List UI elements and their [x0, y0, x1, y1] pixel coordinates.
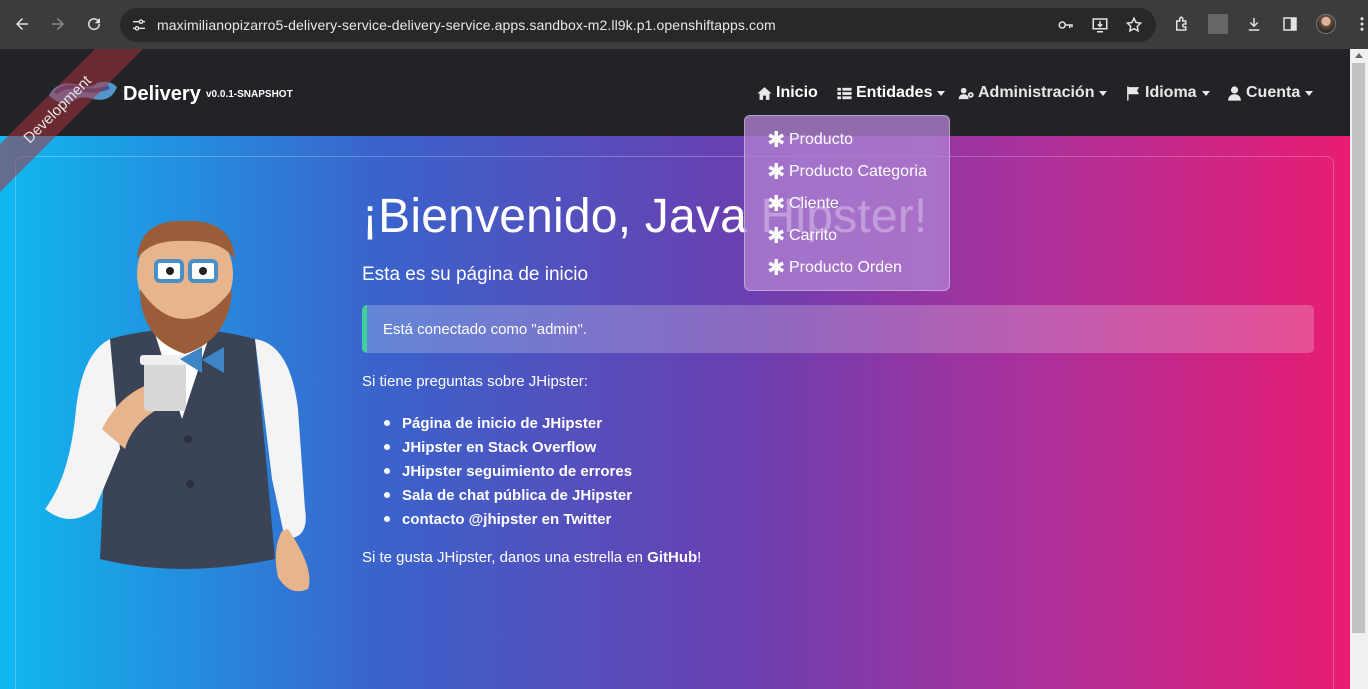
dropdown-item-label: Producto Orden	[789, 259, 902, 276]
site-settings-icon[interactable]	[131, 17, 147, 33]
asterisk-icon: ✱	[767, 127, 786, 152]
brand-version: v0.0.1-SNAPSHOT	[206, 89, 293, 100]
login-alert-text: Está conectado como "admin".	[383, 320, 588, 338]
nav-language[interactable]: Idioma	[1125, 84, 1210, 102]
login-alert: Está conectado como "admin".	[362, 305, 1314, 353]
dropdown-item-label: Producto	[789, 131, 854, 148]
vertical-scrollbar[interactable]	[1350, 49, 1368, 689]
dropdown-item-cliente[interactable]: ✱ Cliente	[745, 188, 949, 220]
more-menu-icon[interactable]	[1352, 14, 1368, 34]
forward-icon[interactable]	[44, 10, 72, 38]
scrollbar-thumb[interactable]	[1352, 63, 1365, 633]
nav-account[interactable]: Cuenta	[1226, 84, 1314, 102]
home-icon	[757, 86, 772, 100]
profile-avatar[interactable]	[1316, 14, 1336, 34]
dropdown-item-producto-categoria[interactable]: ✱ Producto Categoria	[745, 156, 949, 188]
github-line: Si te gusta JHipster, danos una estrella…	[362, 549, 701, 566]
link-stack-overflow[interactable]: JHipster en Stack Overflow	[384, 435, 632, 459]
nav-admin[interactable]: Administración	[958, 84, 1108, 102]
github-suffix: !	[697, 549, 702, 566]
link-chat-room[interactable]: Sala de chat pública de JHipster	[384, 483, 632, 507]
asterisk-icon: ✱	[767, 255, 786, 280]
app-navbar: Delivery v0.0.1-SNAPSHOT Inicio Entidade…	[0, 49, 1350, 136]
dropdown-item-label: Producto Categoria	[789, 163, 927, 180]
links-list: Página de inicio de JHipster JHipster en…	[384, 411, 632, 531]
github-link[interactable]: GitHub	[647, 549, 697, 566]
scroll-up-arrow-icon[interactable]	[1355, 53, 1363, 58]
url-text[interactable]: maximilianopizarro5-delivery-service-del…	[157, 17, 776, 33]
dropdown-item-carrito[interactable]: ✱ Carrito	[745, 220, 949, 252]
link-jhipster-home[interactable]: Página de inicio de JHipster	[384, 411, 632, 435]
chevron-down-icon	[1201, 90, 1210, 96]
nav-entities-label: Entidades	[856, 84, 933, 101]
install-app-icon[interactable]	[1090, 15, 1110, 35]
flag-icon	[1127, 85, 1140, 101]
key-icon[interactable]	[1056, 15, 1076, 35]
user-icon	[1228, 85, 1241, 101]
entities-dropdown: ✱ Producto ✱ Producto Categoria ✱ Cliente ✱…	[744, 115, 950, 291]
toolbar-separator	[1208, 14, 1228, 34]
address-bar[interactable]: maximilianopizarro5-delivery-service-del…	[120, 8, 1156, 42]
link-bug-tracker[interactable]: JHipster seguimiento de errores	[384, 459, 632, 483]
dev-ribbon-label: Development	[0, 49, 148, 200]
users-cog-icon	[958, 87, 974, 99]
dropdown-item-label: Carrito	[789, 227, 838, 244]
nav-account-label: Cuenta	[1246, 84, 1301, 101]
dropdown-item-label: Cliente	[789, 195, 839, 212]
chevron-down-icon	[937, 90, 946, 96]
side-panel-icon[interactable]	[1280, 14, 1300, 34]
chevron-down-icon	[1099, 90, 1108, 96]
jhipster-mascot	[45, 220, 310, 592]
bookmark-star-icon[interactable]	[1124, 15, 1144, 35]
nav-language-label: Idioma	[1145, 84, 1197, 101]
welcome-subtitle: Esta es su página de inicio	[362, 264, 589, 285]
dropdown-item-producto[interactable]: ✱ Producto	[745, 124, 949, 156]
dropdown-item-producto-orden[interactable]: ✱ Producto Orden	[745, 252, 949, 284]
nav-home-label: Inicio	[776, 84, 818, 101]
page-viewport: Delivery v0.0.1-SNAPSHOT Inicio Entidade…	[0, 49, 1350, 689]
browser-toolbar: maximilianopizarro5-delivery-service-del…	[0, 0, 1368, 49]
extensions-icon[interactable]	[1172, 14, 1192, 34]
download-icon[interactable]	[1244, 14, 1264, 34]
nav-home[interactable]: Inicio	[756, 84, 818, 102]
back-icon[interactable]	[8, 10, 36, 38]
github-prefix: Si te gusta JHipster, danos una estrella…	[362, 549, 648, 566]
asterisk-icon: ✱	[767, 223, 786, 248]
nav-admin-label: Administración	[978, 84, 1095, 101]
chevron-down-icon	[1305, 90, 1314, 96]
link-twitter[interactable]: contacto @jhipster en Twitter	[384, 507, 632, 531]
nav-entities[interactable]: Entidades	[836, 84, 946, 102]
asterisk-icon: ✱	[767, 191, 786, 216]
reload-icon[interactable]	[80, 10, 108, 38]
asterisk-icon: ✱	[767, 159, 786, 184]
questions-text: Si tiene preguntas sobre JHipster:	[362, 373, 588, 390]
list-icon	[837, 87, 852, 99]
dev-ribbon: Development	[0, 49, 160, 209]
